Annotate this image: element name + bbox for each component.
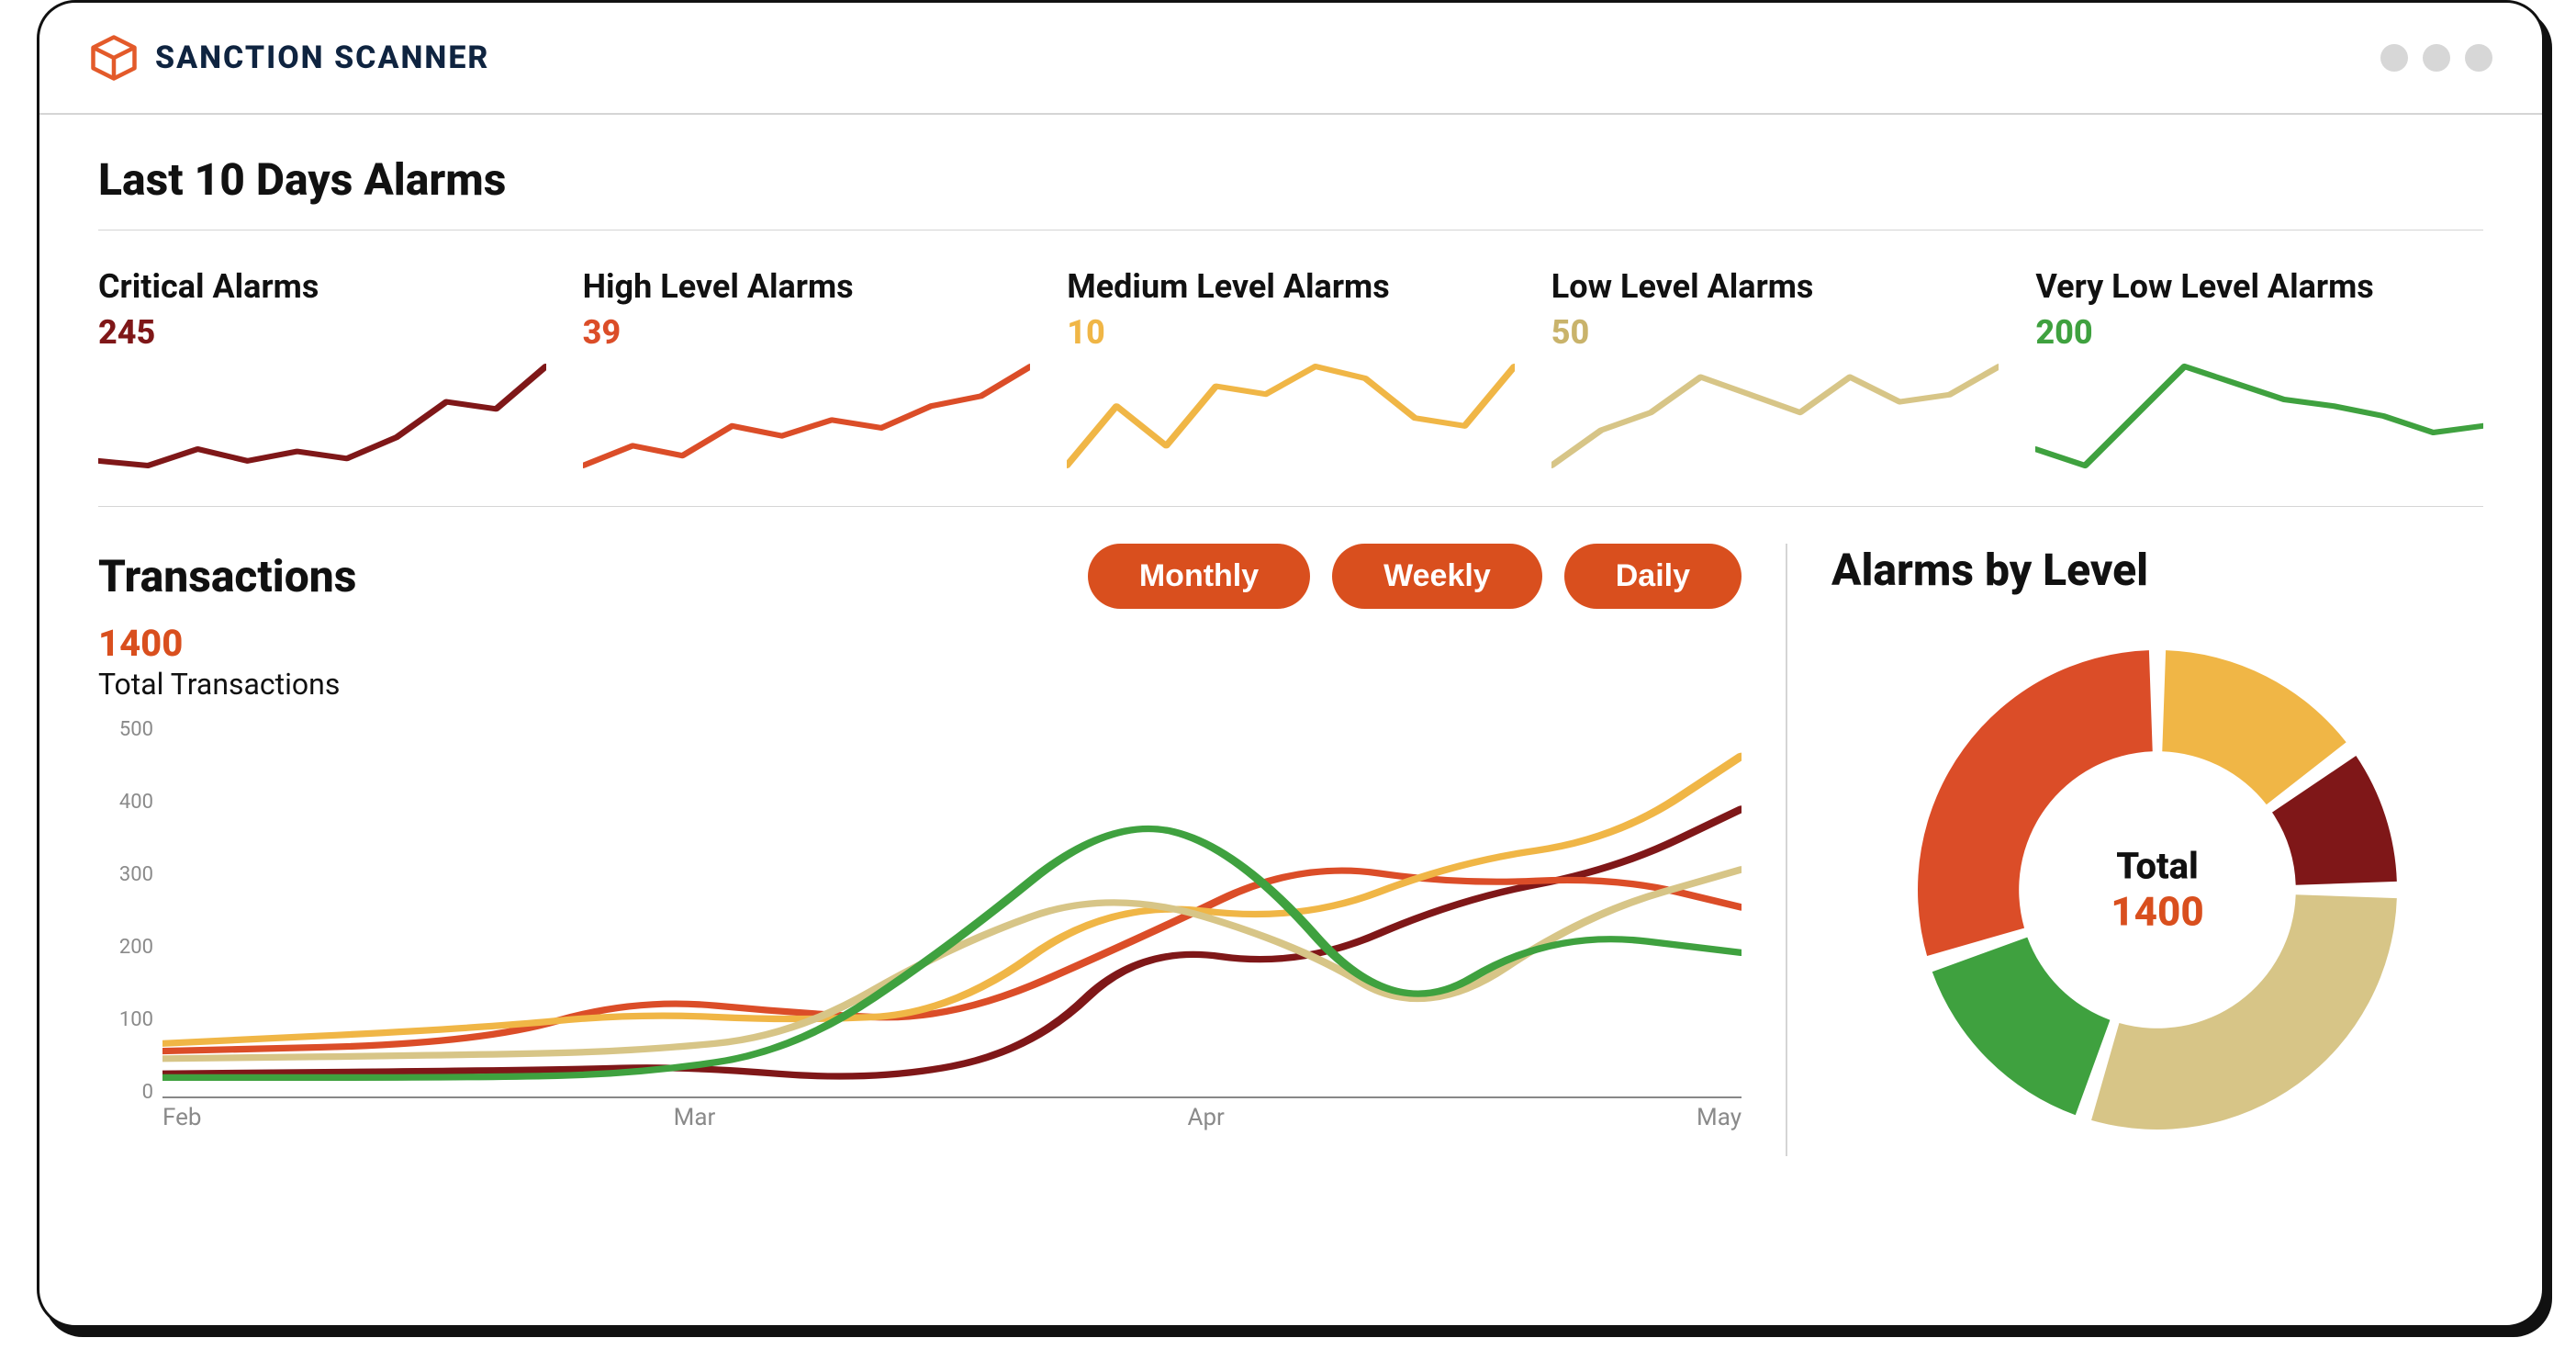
donut-center-label: Total (2111, 845, 2204, 888)
alarm-card-value: 39 (583, 313, 1031, 352)
brand: SANCTION SCANNER (89, 33, 489, 83)
y-axis: 500 400 300 200 100 0 (98, 718, 153, 1104)
y-tick: 300 (98, 863, 153, 886)
transactions-chart: 500 400 300 200 100 0 Feb Mar Apr May (98, 718, 1742, 1131)
section-title-transactions: Transactions (98, 550, 356, 602)
app-window: SANCTION SCANNER Last 10 Days Alarms Cri… (37, 0, 2545, 1328)
alarm-card-value: 245 (98, 313, 546, 352)
alarm-card-value: 10 (1067, 313, 1515, 352)
divider (98, 506, 2483, 507)
alarm-spark-row: Critical Alarms 245 High Level Alarms 39… (98, 267, 2483, 471)
brand-name: SANCTION SCANNER (155, 39, 489, 76)
window-dot[interactable] (2465, 44, 2492, 72)
transactions-lines-icon (162, 718, 1742, 1096)
lower-grid: Transactions Monthly Weekly Daily 1400 T… (98, 544, 2483, 1156)
transactions-panel: Transactions Monthly Weekly Daily 1400 T… (98, 544, 1742, 1156)
y-tick: 0 (98, 1081, 153, 1104)
transactions-total: 1400 Total Transactions (98, 622, 1742, 702)
sparkline-high-icon (583, 361, 1031, 471)
logo-icon (89, 33, 139, 83)
y-tick: 500 (98, 718, 153, 741)
y-tick: 200 (98, 936, 153, 959)
y-tick: 100 (98, 1008, 153, 1031)
alarm-card-value: 50 (1551, 313, 1999, 352)
alarm-card-label: High Level Alarms (583, 267, 1031, 306)
alarm-card-label: Medium Level Alarms (1067, 267, 1515, 306)
sparkline-medium-icon (1067, 361, 1515, 471)
window-dot[interactable] (2380, 44, 2408, 72)
transactions-total-value: 1400 (98, 622, 1742, 665)
section-title-last-alarms: Last 10 Days Alarms (98, 153, 2483, 206)
x-tick: Mar (674, 1104, 716, 1131)
alarm-card-label: Low Level Alarms (1551, 267, 1999, 306)
titlebar: SANCTION SCANNER (39, 3, 2542, 115)
alarms-by-level-panel: Alarms by Level Total 1400 (1786, 544, 2483, 1156)
x-axis: Feb Mar Apr May (162, 1104, 1742, 1131)
sparkline-critical-icon (98, 361, 546, 471)
tab-monthly[interactable]: Monthly (1088, 544, 1310, 609)
donut-center-value: 1400 (2111, 888, 2204, 936)
alarm-card-high: High Level Alarms 39 (583, 267, 1031, 471)
alarm-card-label: Very Low Level Alarms (2035, 267, 2483, 306)
sparkline-very-low-icon (2035, 361, 2483, 471)
content: Last 10 Days Alarms Critical Alarms 245 … (39, 115, 2542, 1202)
x-tick: May (1697, 1104, 1742, 1131)
tab-daily[interactable]: Daily (1564, 544, 1742, 609)
window-controls (2380, 44, 2492, 72)
x-tick: Feb (162, 1104, 202, 1131)
y-tick: 400 (98, 791, 153, 814)
donut-center: Total 1400 (2111, 845, 2204, 936)
transactions-tab-row: Monthly Weekly Daily (1088, 544, 1742, 609)
donut-chart: Total 1400 (1891, 624, 2424, 1156)
alarm-card-low: Low Level Alarms 50 (1551, 267, 1999, 471)
section-title-alarms-by-level: Alarms by Level (1831, 544, 2483, 596)
sparkline-low-icon (1551, 361, 1999, 471)
alarm-card-very-low: Very Low Level Alarms 200 (2035, 267, 2483, 471)
alarm-card-value: 200 (2035, 313, 2483, 352)
transactions-total-label: Total Transactions (98, 667, 1742, 702)
alarm-card-medium: Medium Level Alarms 10 (1067, 267, 1515, 471)
alarm-card-label: Critical Alarms (98, 267, 546, 306)
alarm-card-critical: Critical Alarms 245 (98, 267, 546, 471)
x-tick: Apr (1188, 1104, 1225, 1131)
window-dot[interactable] (2423, 44, 2450, 72)
tab-weekly[interactable]: Weekly (1332, 544, 1542, 609)
plot-area (162, 718, 1742, 1098)
